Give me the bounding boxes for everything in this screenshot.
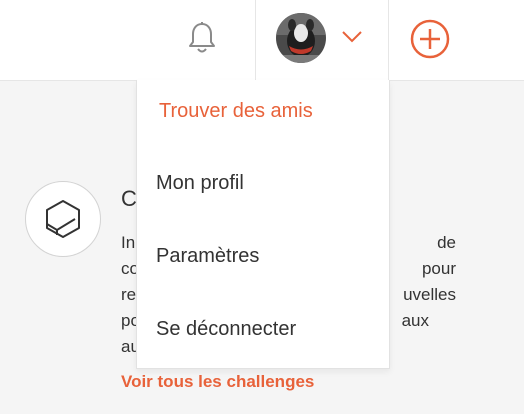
user-menu-button[interactable] <box>255 0 389 81</box>
challenge-title: C <box>121 186 137 211</box>
top-navbar <box>0 0 524 81</box>
plus-circle-icon <box>410 19 450 59</box>
chevron-down-icon <box>342 31 362 43</box>
user-dropdown-menu: Trouver des amis Mon profil Paramètres S… <box>136 80 390 369</box>
menu-item-profile[interactable]: Mon profil <box>156 172 244 195</box>
challenge-icon-badge <box>25 181 101 257</box>
see-all-challenges-link[interactable]: Voir tous les challenges <box>121 372 314 392</box>
menu-item-find-friends[interactable]: Trouver des amis <box>159 100 313 123</box>
cube-icon <box>46 200 80 238</box>
notifications-button[interactable] <box>183 18 221 58</box>
avatar <box>276 13 326 63</box>
menu-item-logout[interactable]: Se déconnecter <box>156 318 296 341</box>
add-button[interactable] <box>409 18 451 60</box>
bell-icon <box>189 22 215 53</box>
menu-item-settings[interactable]: Paramètres <box>156 245 259 268</box>
